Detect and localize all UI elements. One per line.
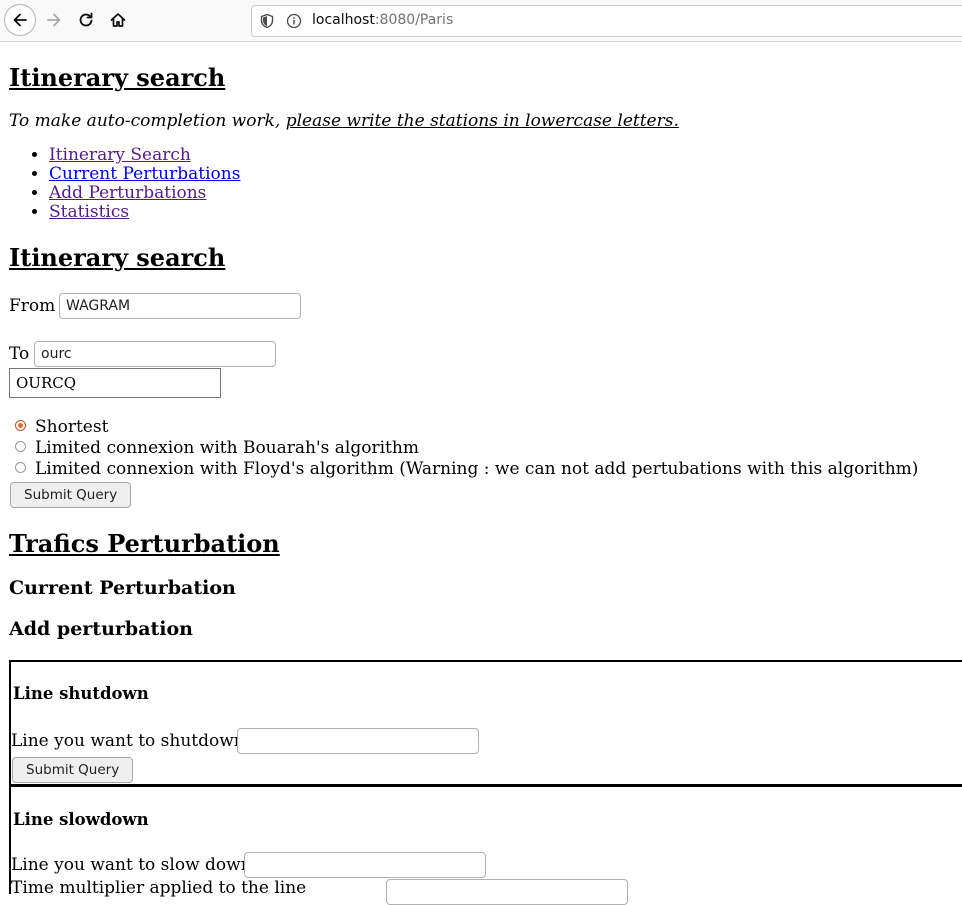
slowdown-line-label: Line you want to slow down bbox=[11, 855, 252, 875]
add-perturbation-heading: Add perturbation bbox=[9, 618, 193, 640]
nav-item-statistics: Statistics bbox=[49, 203, 240, 222]
search-submit-button[interactable]: Submit Query bbox=[10, 482, 132, 508]
browser-toolbar: localhost:8080/Paris bbox=[0, 0, 962, 42]
back-button[interactable] bbox=[4, 4, 36, 36]
shutdown-line-input[interactable] bbox=[237, 728, 479, 754]
radio-floyd[interactable] bbox=[15, 462, 26, 473]
time-multiplier-input[interactable] bbox=[386, 879, 628, 905]
nav-item-itinerary-search: Itinerary Search bbox=[49, 146, 240, 165]
line-shutdown-form: Line shutdown Line you want to shutdown … bbox=[9, 660, 962, 786]
shutdown-line-label: Line you want to shutdown bbox=[11, 731, 245, 751]
itinerary-search-heading: Itinerary search bbox=[9, 243, 226, 272]
option-floyd[interactable]: Limited connexion with Floyd's algorithm… bbox=[15, 459, 918, 480]
line-slowdown-form: Line slowdown Line you want to slow down… bbox=[9, 784, 962, 905]
info-icon[interactable] bbox=[286, 13, 302, 29]
nav-item-current-perturbations: Current Perturbations bbox=[49, 165, 240, 184]
nav-list: Itinerary Search Current Perturbations A… bbox=[9, 146, 240, 222]
lowercase-note: To make auto-completion work, please wri… bbox=[9, 111, 679, 131]
option-shortest[interactable]: Shortest bbox=[15, 417, 108, 438]
option-bouarah[interactable]: Limited connexion with Bouarah's algorit… bbox=[15, 438, 419, 459]
to-label: To bbox=[9, 344, 30, 364]
note-prefix: To make auto-completion work, bbox=[9, 111, 286, 131]
arrow-left-icon bbox=[13, 13, 27, 27]
url-text: localhost:8080/Paris bbox=[312, 12, 453, 28]
nav-item-add-perturbations: Add Perturbations bbox=[49, 184, 240, 203]
option-shortest-label: Shortest bbox=[35, 417, 109, 437]
slowdown-line-input[interactable] bbox=[244, 852, 486, 878]
forward-button[interactable] bbox=[38, 4, 70, 36]
reload-button[interactable] bbox=[70, 4, 102, 36]
line-slowdown-title: Line slowdown bbox=[13, 810, 149, 829]
nav-link-add-perturbations[interactable]: Add Perturbations bbox=[49, 183, 206, 203]
line-shutdown-title: Line shutdown bbox=[13, 684, 149, 703]
shield-icon[interactable] bbox=[259, 13, 275, 29]
url-bar[interactable]: localhost:8080/Paris bbox=[251, 5, 962, 37]
note-emphasis: please write the stations in lowercase l… bbox=[285, 111, 679, 131]
shutdown-submit-button[interactable]: Submit Query bbox=[12, 757, 134, 783]
arrow-right-icon bbox=[47, 13, 61, 27]
url-host: localhost bbox=[312, 12, 375, 28]
autocomplete-suggestion[interactable]: OURCQ bbox=[9, 368, 221, 398]
radio-shortest[interactable] bbox=[15, 420, 26, 431]
url-path: :8080/Paris bbox=[374, 12, 454, 28]
from-input[interactable]: WAGRAM bbox=[59, 293, 301, 319]
home-icon bbox=[110, 13, 126, 27]
current-perturbation-heading: Current Perturbation bbox=[9, 577, 236, 599]
trafics-perturbation-heading: Trafics Perturbation bbox=[9, 529, 280, 558]
reload-icon bbox=[79, 12, 93, 27]
radio-bouarah[interactable] bbox=[15, 441, 26, 452]
option-floyd-label: Limited connexion with Floyd's algorithm… bbox=[35, 459, 919, 479]
option-bouarah-label: Limited connexion with Bouarah's algorit… bbox=[35, 438, 419, 458]
to-input[interactable]: ourc bbox=[34, 341, 276, 367]
nav-link-itinerary-search[interactable]: Itinerary Search bbox=[49, 145, 191, 165]
nav-link-current-perturbations[interactable]: Current Perturbations bbox=[49, 164, 240, 184]
nav-link-statistics[interactable]: Statistics bbox=[49, 202, 129, 222]
page-title: Itinerary search bbox=[9, 63, 226, 92]
from-label: From bbox=[9, 296, 56, 316]
home-button[interactable] bbox=[102, 4, 134, 36]
time-multiplier-label: Time multiplier applied to the line bbox=[11, 878, 307, 898]
